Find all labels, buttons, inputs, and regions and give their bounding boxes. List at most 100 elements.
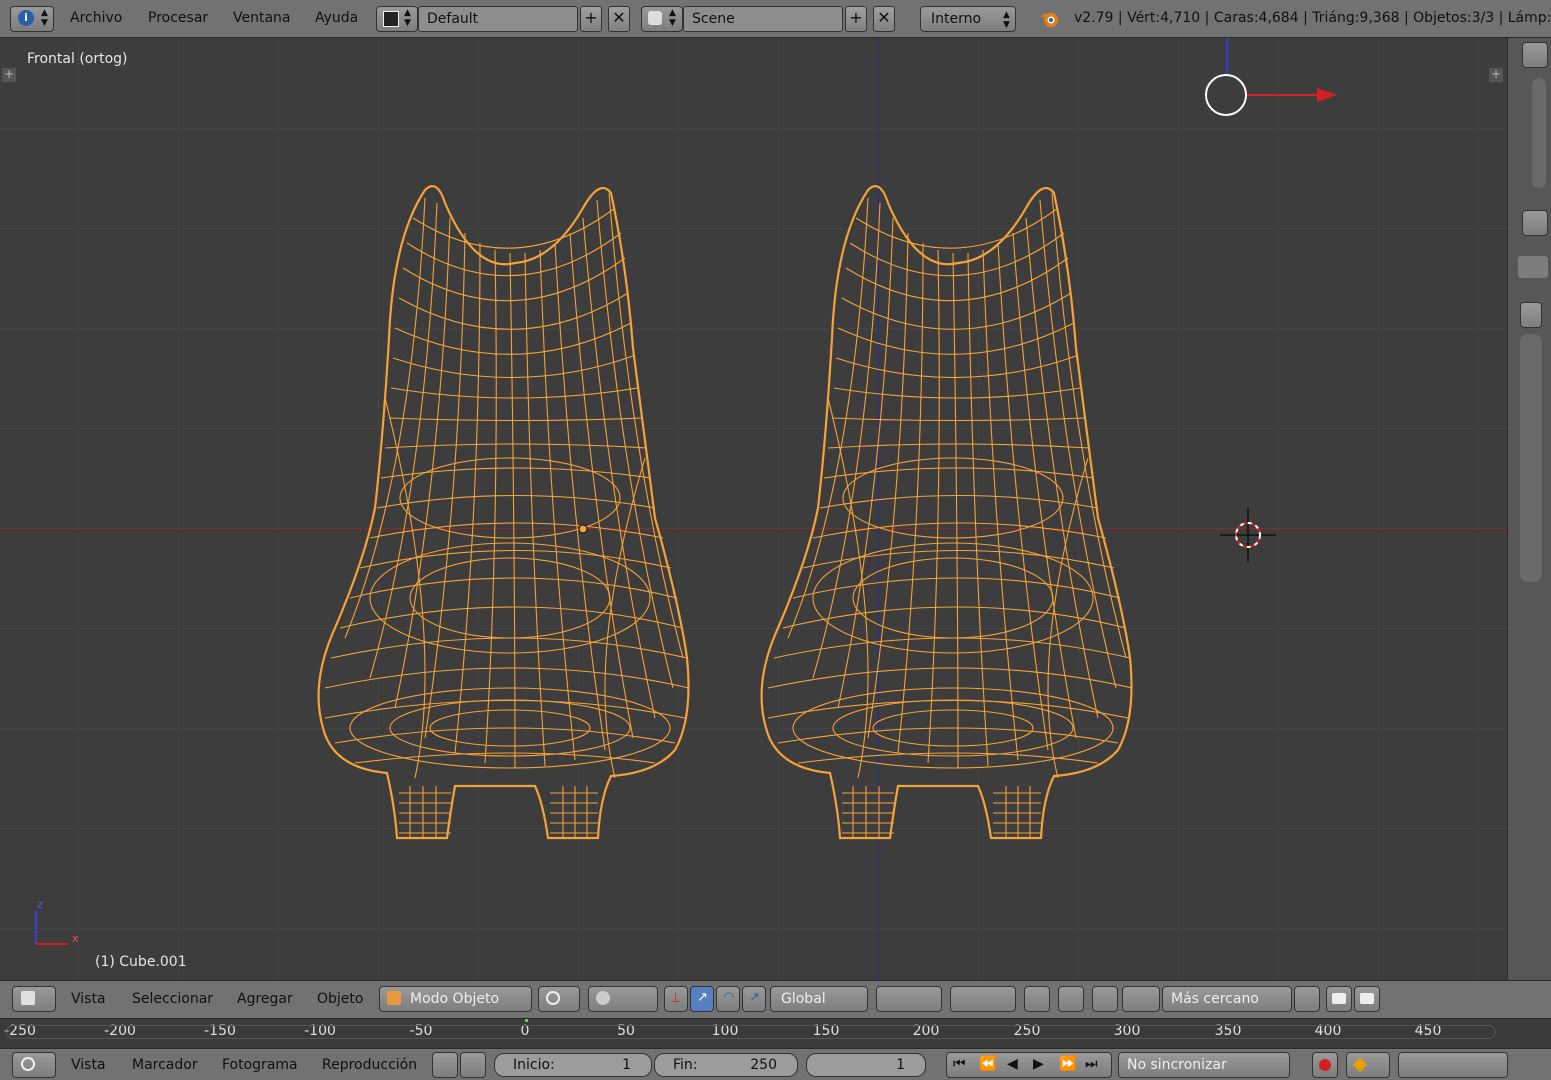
add-layout-button[interactable]: + bbox=[580, 6, 602, 32]
right-boot[interactable] bbox=[760, 185, 1134, 840]
snap-target-dropdown[interactable]: Más cercano bbox=[1162, 986, 1292, 1012]
updown-arrows-icon: ▲ ▼ bbox=[41, 8, 48, 28]
outliner-icon[interactable] bbox=[1522, 42, 1548, 68]
sync-mode-dropdown[interactable]: No sincronizar bbox=[1118, 1052, 1290, 1078]
menu-reproduccion[interactable]: Reproducción bbox=[322, 1057, 417, 1073]
end-frame-value: 250 bbox=[750, 1057, 777, 1073]
pivot-point-dropdown[interactable] bbox=[588, 986, 658, 1012]
properties-editor-icon[interactable] bbox=[1522, 210, 1548, 236]
jump-start-icon[interactable]: ⏮ bbox=[953, 1056, 966, 1072]
scale-manipulator-button[interactable]: ↗ bbox=[742, 986, 766, 1012]
add-scene-button[interactable]: + bbox=[845, 6, 867, 32]
scale-icon: ↗ bbox=[749, 990, 760, 1005]
menu-ayuda[interactable]: Ayuda bbox=[315, 10, 358, 26]
keyframe-icon bbox=[1352, 1057, 1368, 1073]
current-frame-value: 1 bbox=[896, 1057, 905, 1073]
remove-layout-button[interactable]: ✕ bbox=[608, 6, 630, 32]
next-keyframe-icon[interactable]: ⏩ bbox=[1059, 1056, 1076, 1072]
start-frame-value: 1 bbox=[622, 1057, 631, 1073]
keying-set-field[interactable] bbox=[1398, 1052, 1508, 1078]
play-icon[interactable]: ▶ bbox=[1033, 1056, 1044, 1072]
menu-marcador[interactable]: Marcador bbox=[132, 1057, 198, 1073]
3d-viewport[interactable]: Frontal (ortog) + + z x (1) Cube.001 bbox=[0, 38, 1507, 980]
snap-toggle-button[interactable] bbox=[1092, 986, 1118, 1012]
orientation-label: Global bbox=[781, 991, 826, 1007]
scene-statistics: v2.79 | Vért:4,710 | Caras:4,684 | Trián… bbox=[1074, 10, 1551, 26]
prev-keyframe-icon[interactable]: ⏪ bbox=[979, 1056, 996, 1072]
current-frame-field[interactable]: 1 bbox=[806, 1053, 926, 1077]
layers-grid-2[interactable] bbox=[950, 986, 1016, 1012]
close-icon: ✕ bbox=[877, 8, 891, 27]
timeline-scrollbar[interactable] bbox=[6, 1025, 1496, 1039]
start-frame-label: Inicio: bbox=[513, 1057, 555, 1073]
scene-name: Scene bbox=[692, 11, 735, 27]
translate-manipulator-button[interactable]: ↗ bbox=[690, 986, 714, 1012]
remove-scene-button[interactable]: ✕ bbox=[873, 6, 895, 32]
menu-vista-3d[interactable]: Vista bbox=[71, 991, 106, 1007]
transform-orientation-dropdown[interactable]: Global bbox=[770, 986, 868, 1012]
active-object-label: (1) Cube.001 bbox=[95, 954, 187, 970]
opengl-render-button[interactable] bbox=[1294, 986, 1320, 1012]
updown-arrows-icon: ▲ ▼ bbox=[404, 8, 411, 28]
auto-keyframe-button[interactable] bbox=[1312, 1052, 1338, 1078]
jump-end-icon[interactable]: ⏭ bbox=[1085, 1056, 1098, 1072]
manipulator-axes-icon: ⊥ bbox=[670, 991, 682, 1006]
record-icon bbox=[1319, 1059, 1331, 1071]
keying-set-dropdown[interactable] bbox=[1346, 1052, 1390, 1078]
updown-arrows-icon: ▲ ▼ bbox=[669, 8, 676, 28]
timeline-ruler[interactable]: -250 -200 -150 -100 -50 0 50 100 150 200… bbox=[0, 1018, 1551, 1048]
viewport-shading-dropdown[interactable] bbox=[538, 986, 580, 1012]
editor-type-3d-button[interactable] bbox=[12, 986, 56, 1012]
menu-seleccionar[interactable]: Seleccionar bbox=[132, 991, 213, 1007]
menu-objeto[interactable]: Objeto bbox=[317, 991, 363, 1007]
sync-mode-label: No sincronizar bbox=[1127, 1057, 1227, 1073]
layers-grid-1[interactable] bbox=[876, 986, 942, 1012]
menu-procesar[interactable]: Procesar bbox=[148, 10, 208, 26]
menu-archivo[interactable]: Archivo bbox=[70, 10, 122, 26]
left-boot[interactable] bbox=[317, 185, 691, 840]
arrow-icon: ↗ bbox=[697, 990, 708, 1005]
properties-dropdown-button[interactable] bbox=[1520, 302, 1542, 328]
playback-controls[interactable]: ⏮ ⏪ ◀ ▶ ⏩ ⏭ bbox=[946, 1052, 1112, 1078]
render-animation-button[interactable] bbox=[1354, 986, 1380, 1012]
close-icon: ✕ bbox=[612, 8, 626, 27]
menu-ventana[interactable]: Ventana bbox=[233, 10, 291, 26]
object-mode-icon bbox=[387, 991, 401, 1005]
plus-icon: + bbox=[584, 8, 598, 27]
manipulator-toggle-button[interactable]: ⊥ bbox=[664, 986, 688, 1012]
editor-type-button[interactable]: i ▲ ▼ bbox=[10, 6, 54, 32]
end-frame-label: Fin: bbox=[673, 1057, 698, 1073]
properties-scrollbar[interactable] bbox=[1520, 334, 1542, 582]
outliner-scrollbar[interactable] bbox=[1532, 78, 1546, 188]
snap-element-dropdown[interactable] bbox=[1122, 986, 1160, 1012]
info-header: i ▲ ▼ Archivo Procesar Ventana Ayuda ▲ ▼ D… bbox=[0, 0, 1551, 38]
wireframe-boots[interactable] bbox=[0, 38, 1507, 980]
current-frame-marker[interactable] bbox=[525, 1019, 528, 1022]
proportional-edit-button[interactable] bbox=[1058, 986, 1084, 1012]
layout-name-field[interactable]: Default bbox=[418, 6, 578, 32]
timeline-header: Vista Marcador Fotograma Reproducción In… bbox=[0, 1048, 1551, 1080]
render-image-button[interactable] bbox=[1326, 986, 1352, 1012]
end-frame-field[interactable]: Fin: 250 bbox=[654, 1053, 798, 1077]
play-reverse-icon[interactable]: ◀ bbox=[1007, 1056, 1018, 1072]
start-frame-field[interactable]: Inicio: 1 bbox=[494, 1053, 652, 1077]
lock-icon[interactable] bbox=[460, 1052, 486, 1078]
properties-tabs-icon[interactable] bbox=[1518, 256, 1548, 278]
clapper-icon bbox=[1360, 993, 1374, 1004]
scene-name-field[interactable]: Scene bbox=[683, 6, 843, 32]
rotate-manipulator-button[interactable]: ◠ bbox=[716, 986, 740, 1012]
render-engine-dropdown[interactable]: Interno ▲ ▼ bbox=[920, 6, 1016, 32]
editor-type-timeline-button[interactable] bbox=[12, 1052, 56, 1078]
menu-fotograma[interactable]: Fotograma bbox=[222, 1057, 298, 1073]
blender-logo-icon bbox=[1040, 9, 1060, 29]
right-side-panel[interactable] bbox=[1507, 38, 1551, 980]
scene-selector-button[interactable]: ▲ ▼ bbox=[641, 6, 683, 32]
menu-vista-timeline[interactable]: Vista bbox=[71, 1057, 106, 1073]
mode-dropdown[interactable]: Modo Objeto bbox=[379, 986, 532, 1012]
layout-selector-button[interactable]: ▲ ▼ bbox=[376, 6, 418, 32]
3d-view-header: Vista Seleccionar Agregar Objeto Modo Ob… bbox=[0, 980, 1551, 1018]
lock-layers-button[interactable] bbox=[1024, 986, 1050, 1012]
preview-range-button[interactable] bbox=[432, 1052, 458, 1078]
cube-view-icon bbox=[21, 991, 35, 1005]
menu-agregar[interactable]: Agregar bbox=[237, 991, 293, 1007]
